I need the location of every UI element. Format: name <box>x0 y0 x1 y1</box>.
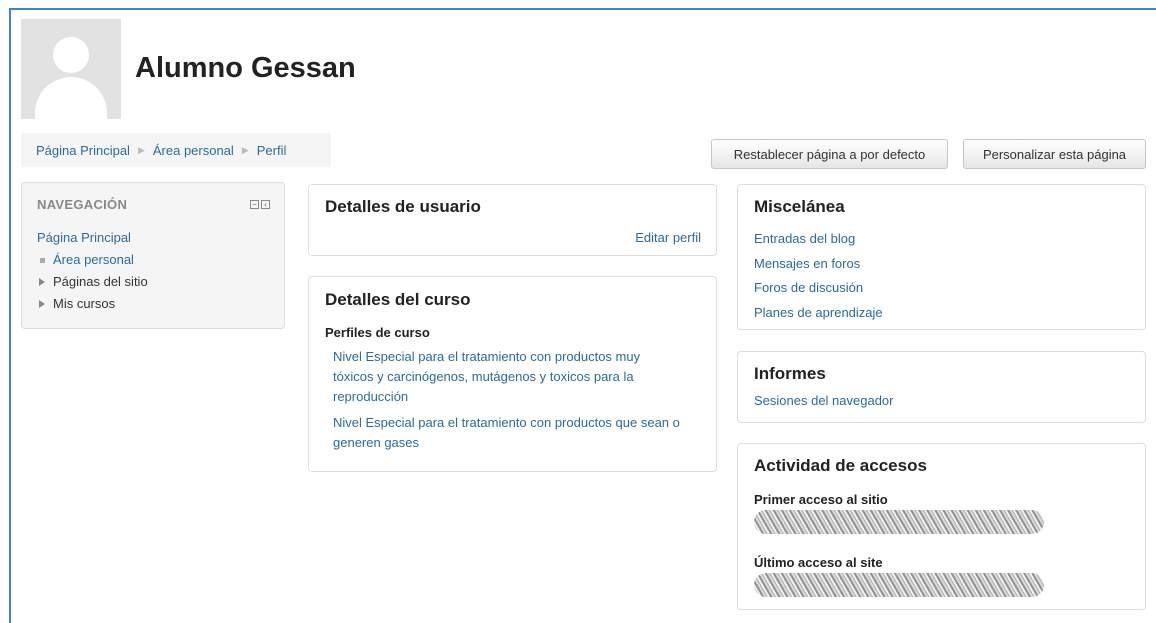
course-details-title: Detalles del curso <box>325 290 471 309</box>
last-access-label: Último acceso al site <box>754 555 883 570</box>
last-access-redacted <box>754 573 1044 597</box>
avatar-head-shape <box>53 37 89 73</box>
blog-entries-link[interactable]: Entradas del blog <box>754 227 1129 252</box>
course-link[interactable]: Nivel Especial para el tratamiento con p… <box>325 347 683 407</box>
breadcrumb-profile[interactable]: Perfil <box>257 143 287 158</box>
access-activity-title: Actividad de accesos <box>754 456 927 475</box>
expand-arrow-icon[interactable] <box>39 300 45 308</box>
breadcrumb-separator-icon: ▶ <box>137 144 145 155</box>
avatar[interactable] <box>21 19 121 119</box>
user-details-title: Detalles de usuario <box>325 197 481 216</box>
window-frame-top <box>9 8 1156 10</box>
forum-posts-link[interactable]: Mensajes en foros <box>754 252 1129 277</box>
nav-item-site-pages[interactable]: Páginas del sitio <box>37 271 269 293</box>
nav-item-label: Mis cursos <box>53 296 116 311</box>
page-title: Alumno Gessan <box>135 52 356 84</box>
nav-item-label: Páginas del sitio <box>53 274 148 289</box>
avatar-body-shape <box>35 77 107 119</box>
breadcrumb-separator-icon: ▶ <box>241 144 249 155</box>
dock-icon[interactable]: ‹ <box>261 200 270 209</box>
nav-item-my-courses[interactable]: Mis cursos <box>37 293 269 315</box>
breadcrumb-personal-area[interactable]: Área personal <box>153 143 234 158</box>
first-access-redacted <box>754 510 1044 534</box>
navigation-block: NAVEGACIÓN − ‹ Página Principal Área per… <box>21 182 285 329</box>
customize-page-button[interactable]: Personalizar esta página <box>963 139 1146 169</box>
expand-arrow-icon[interactable] <box>39 278 45 286</box>
access-activity-card: Actividad de accesos Primer acceso al si… <box>737 443 1146 610</box>
window-frame-left <box>9 8 11 623</box>
course-profiles-heading: Perfiles de curso <box>325 325 430 340</box>
edit-profile-link[interactable]: Editar perfil <box>635 230 701 245</box>
nav-item-home[interactable]: Página Principal <box>37 230 131 245</box>
reports-card: Informes Sesiones del navegador <box>737 351 1146 423</box>
breadcrumb-home[interactable]: Página Principal <box>36 143 130 158</box>
misc-title: Miscelánea <box>754 197 845 216</box>
user-details-card: Detalles de usuario Editar perfil <box>308 184 717 256</box>
reset-page-button[interactable]: Restablecer página a por defecto <box>711 139 948 169</box>
learning-plans-link[interactable]: Planes de aprendizaje <box>754 301 1129 326</box>
reports-links: Sesiones del navegador <box>754 393 1129 408</box>
reports-title: Informes <box>754 364 826 383</box>
collapse-icon[interactable]: − <box>250 200 259 209</box>
first-access-label: Primer acceso al sitio <box>754 492 888 507</box>
misc-links: Entradas del blog Mensajes en foros Foro… <box>754 227 1129 325</box>
forum-discussions-link[interactable]: Foros de discusión <box>754 276 1129 301</box>
bullet-icon <box>40 257 45 263</box>
course-details-card: Detalles del curso Perfiles de curso Niv… <box>308 276 717 472</box>
breadcrumb: Página Principal ▶ Área personal ▶ Perfi… <box>21 133 331 167</box>
navigation-list: Página Principal Área personal Páginas d… <box>37 227 269 315</box>
block-controls: − ‹ <box>250 200 270 209</box>
nav-item-personal-area[interactable]: Área personal <box>37 249 269 271</box>
course-link[interactable]: Nivel Especial para el tratamiento con p… <box>325 413 683 453</box>
browser-sessions-link[interactable]: Sesiones del navegador <box>754 393 894 408</box>
nav-item-label[interactable]: Área personal <box>53 249 134 271</box>
navigation-title: NAVEGACIÓN <box>37 197 128 212</box>
misc-card: Miscelánea Entradas del blog Mensajes en… <box>737 184 1146 330</box>
